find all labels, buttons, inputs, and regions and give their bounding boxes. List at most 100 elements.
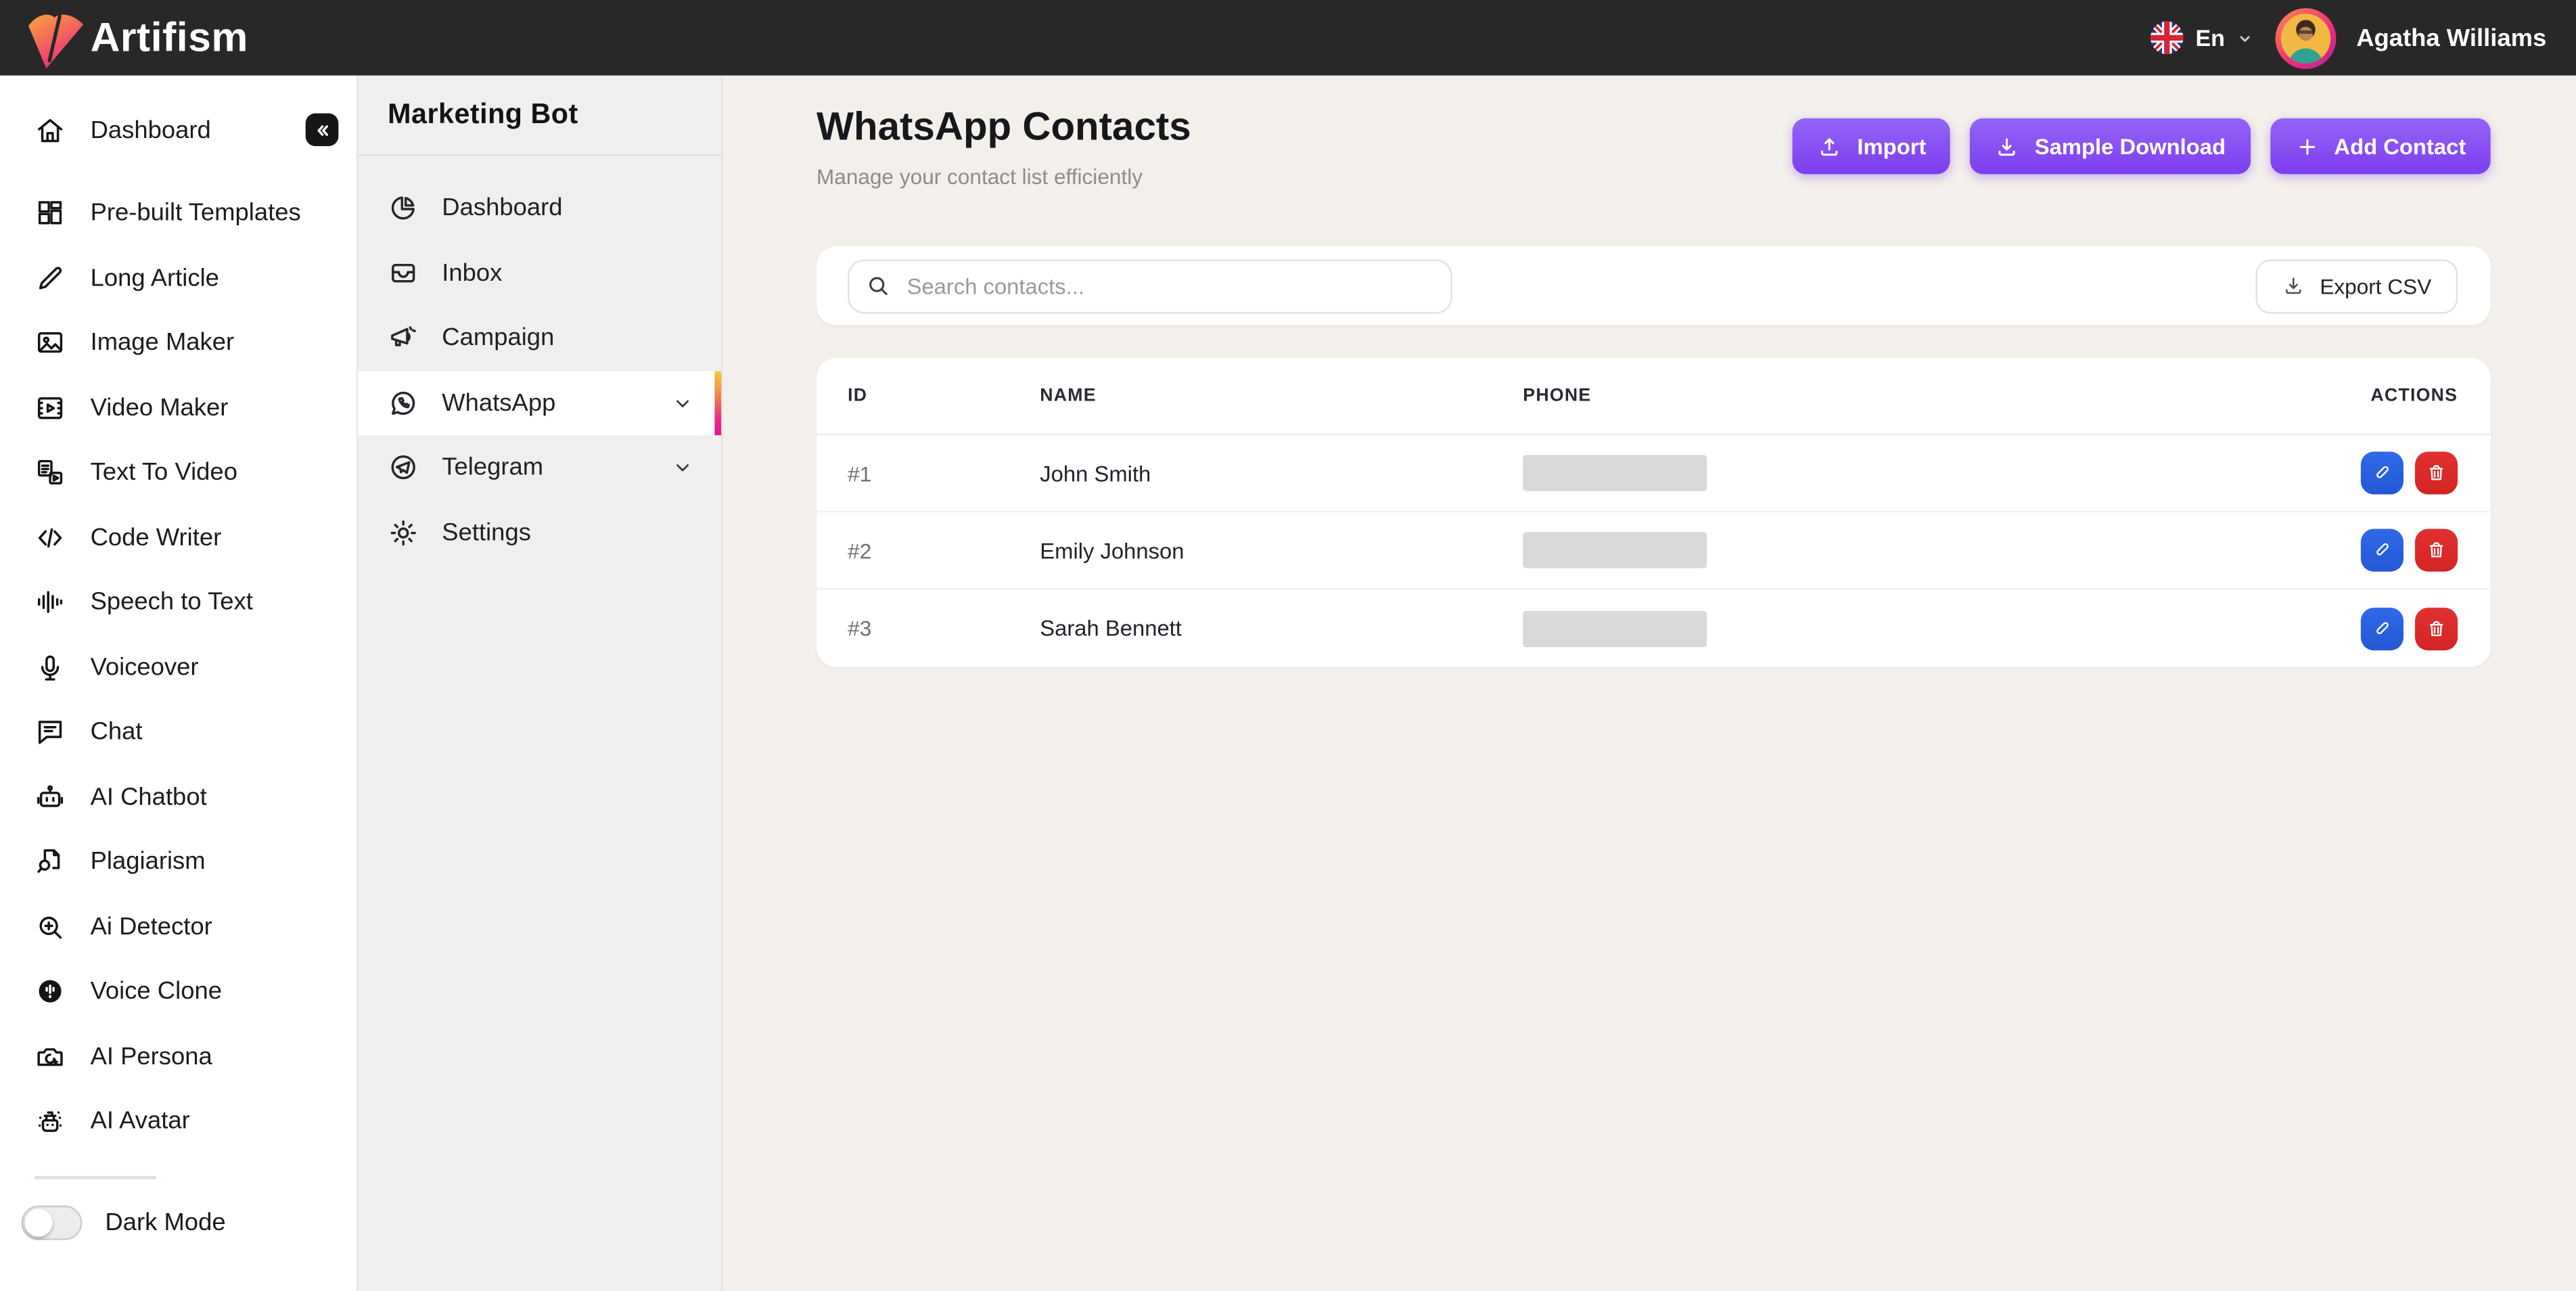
sidebar-item-text-to-video[interactable]: Text To Video bbox=[0, 440, 356, 505]
chevron-down-icon bbox=[670, 390, 695, 415]
document-search-icon bbox=[34, 846, 66, 878]
sidebar-item-ai-avatar[interactable]: AI Avatar bbox=[0, 1089, 356, 1154]
edit-contact-button[interactable] bbox=[2361, 452, 2404, 495]
chevron-down-icon bbox=[670, 455, 695, 480]
delete-contact-button[interactable] bbox=[2415, 529, 2458, 572]
marketing-bot-item-campaign[interactable]: Campaign bbox=[358, 306, 721, 371]
templates-grid-icon bbox=[34, 198, 66, 229]
edit-pencil-icon bbox=[2370, 617, 2393, 640]
sidebar-item-ai-persona[interactable]: AI Persona bbox=[0, 1024, 356, 1089]
sidebar-item-label: Code Writer bbox=[91, 524, 222, 551]
sidebar-item-label: Ai Detector bbox=[91, 913, 212, 941]
export-csv-button[interactable]: Export CSV bbox=[2256, 258, 2458, 313]
table-row: #1John Smith bbox=[816, 435, 2491, 512]
upload-icon bbox=[1818, 134, 1842, 158]
marketing-bot-item-settings[interactable]: Settings bbox=[358, 500, 721, 565]
download-icon bbox=[1995, 134, 2019, 158]
sidebar-item-label: Speech to Text bbox=[91, 589, 253, 616]
sidebar-item-label: Plagiarism bbox=[91, 848, 206, 876]
import-button[interactable]: Import bbox=[1793, 118, 1951, 175]
contact-phone-cell bbox=[1523, 610, 2260, 646]
contact-name: Sarah Bennett bbox=[1040, 616, 1523, 640]
sidebar-item-label: AI Persona bbox=[91, 1043, 212, 1070]
sidebar-item-label: Video Maker bbox=[91, 394, 229, 422]
sidebar-item-label: Image Maker bbox=[91, 329, 235, 357]
search-box bbox=[848, 258, 1452, 313]
marketing-bot-item-dashboard[interactable]: Dashboard bbox=[358, 176, 721, 241]
export-csv-label: Export CSV bbox=[2320, 273, 2431, 298]
edit-contact-button[interactable] bbox=[2361, 529, 2404, 572]
contact-phone-cell bbox=[1523, 533, 2260, 568]
edit-contact-button[interactable] bbox=[2361, 607, 2404, 650]
delete-contact-button[interactable] bbox=[2415, 452, 2458, 495]
marketing-bot-item-telegram[interactable]: Telegram bbox=[358, 435, 721, 500]
page-title: WhatsApp Contacts bbox=[816, 105, 1191, 151]
app-viewport: Artifism En bbox=[0, 0, 2576, 1291]
row-actions bbox=[2261, 452, 2491, 495]
avatar bbox=[2276, 7, 2337, 68]
gear-icon bbox=[388, 517, 419, 548]
marketing-bot-title: Marketing Bot bbox=[388, 99, 578, 132]
primary-sidebar: Dashboard Pre-built Templates Long Article… bbox=[0, 76, 358, 1291]
image-icon bbox=[34, 327, 66, 359]
sidebar-item-code-writer[interactable]: Code Writer bbox=[0, 505, 356, 570]
search-toolbar: Export CSV bbox=[816, 246, 2491, 325]
sidebar-item-long-article[interactable]: Long Article bbox=[0, 246, 356, 311]
brand: Artifism bbox=[23, 3, 248, 73]
sidebar-item-label: Long Article bbox=[91, 264, 219, 292]
sidebar-item-speech-to-text[interactable]: Speech to Text bbox=[0, 570, 356, 635]
column-header-id: ID bbox=[816, 386, 1040, 405]
language-switcher[interactable]: En bbox=[2151, 22, 2255, 55]
contact-id: #3 bbox=[816, 616, 1040, 640]
sidebar-item-chat[interactable]: Chat bbox=[0, 700, 356, 765]
add-contact-button[interactable]: Add Contact bbox=[2270, 118, 2491, 175]
user-name: Agatha Williams bbox=[2356, 24, 2546, 51]
robot-icon bbox=[34, 782, 66, 813]
menu-item-label: Settings bbox=[442, 518, 531, 546]
sidebar-item-voiceover[interactable]: Voiceover bbox=[0, 635, 356, 700]
sample-download-button[interactable]: Sample Download bbox=[1971, 118, 2251, 175]
sidebar-item-voice-clone[interactable]: Voice Clone bbox=[0, 959, 356, 1024]
page-subtitle: Manage your contact list efficiently bbox=[816, 164, 1191, 189]
toggle-knob bbox=[24, 1208, 52, 1236]
sidebar-item-video-maker[interactable]: Video Maker bbox=[0, 376, 356, 440]
magnifier-scan-icon bbox=[34, 911, 66, 943]
sidebar-item-plagiarism[interactable]: Plagiarism bbox=[0, 830, 356, 894]
delete-contact-button[interactable] bbox=[2415, 607, 2458, 650]
topbar-right: En Agatha William bbox=[2151, 7, 2546, 68]
trash-icon bbox=[2425, 461, 2448, 484]
marketing-bot-item-inbox[interactable]: Inbox bbox=[358, 241, 721, 306]
menu-item-label: Dashboard bbox=[442, 194, 562, 222]
pencil-icon bbox=[34, 263, 66, 294]
button-label: Add Contact bbox=[2334, 134, 2466, 158]
brand-name: Artifism bbox=[91, 14, 248, 62]
sidebar-item-ai-chatbot[interactable]: AI Chatbot bbox=[0, 765, 356, 830]
sidebar-item-dashboard[interactable]: Dashboard bbox=[0, 97, 356, 162]
sidebar-item-image-maker[interactable]: Image Maker bbox=[0, 311, 356, 376]
topbar: Artifism En bbox=[0, 0, 2576, 76]
microphone-icon bbox=[34, 652, 66, 683]
user-menu[interactable]: Agatha Williams bbox=[2276, 7, 2546, 68]
marketing-bot-item-whatsapp[interactable]: WhatsApp bbox=[358, 370, 721, 435]
edit-pencil-icon bbox=[2370, 461, 2393, 484]
contact-name: Emily Johnson bbox=[1040, 538, 1523, 562]
table-header-row: IDNAMEPHONEACTIONS bbox=[816, 358, 2491, 435]
search-input[interactable] bbox=[848, 258, 1452, 313]
trash-icon bbox=[2425, 617, 2448, 640]
sidebar-item-pre-built-templates[interactable]: Pre-built Templates bbox=[0, 181, 356, 246]
table-body: #1John Smith#2Emily Johnson#3Sarah Benne… bbox=[816, 435, 2491, 666]
marketing-bot-sidebar: Marketing Bot Dashboard InboxCampaignWhat… bbox=[358, 76, 722, 1291]
sidebar-item-label: AI Chatbot bbox=[91, 783, 207, 811]
sidebar-item-ai-detector[interactable]: Ai Detector bbox=[0, 894, 356, 959]
sidebar-collapse-button[interactable] bbox=[306, 113, 339, 146]
download-icon bbox=[2282, 274, 2305, 297]
sidebar-item-label: Voice Clone bbox=[91, 978, 222, 1005]
column-header-phone: PHONE bbox=[1523, 386, 2260, 405]
trash-icon bbox=[2425, 539, 2448, 562]
page-head: WhatsApp Contacts Manage your contact li… bbox=[816, 105, 2491, 189]
row-actions bbox=[2261, 529, 2491, 572]
column-header-actions: ACTIONS bbox=[2261, 386, 2491, 405]
dark-mode-toggle[interactable] bbox=[22, 1205, 83, 1240]
inbox-icon bbox=[388, 258, 419, 289]
pie-chart-icon bbox=[388, 193, 419, 224]
